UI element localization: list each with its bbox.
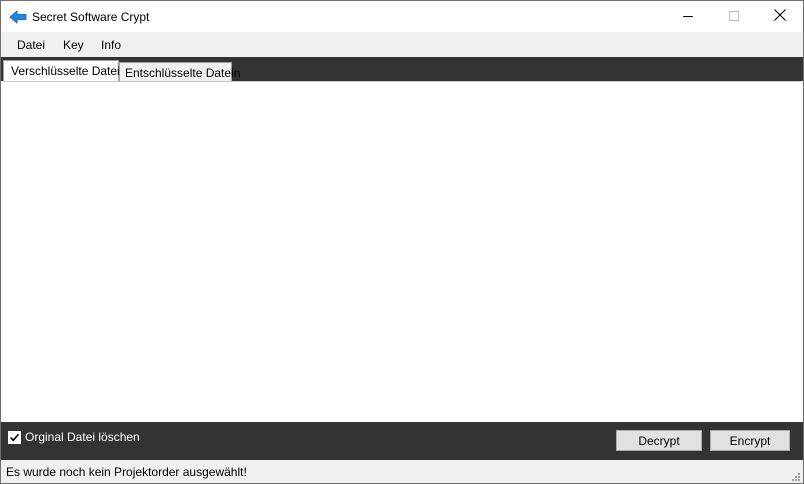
maximize-button[interactable]: [711, 1, 757, 32]
delete-original-checkbox[interactable]: [8, 431, 21, 444]
encrypt-button[interactable]: Encrypt: [710, 430, 790, 451]
checkmark-icon: [9, 432, 20, 443]
app-window: Secret Software Crypt Datei Key Info Ver…: [0, 0, 804, 484]
title-bar[interactable]: Secret Software Crypt: [1, 1, 803, 32]
resize-grip-icon[interactable]: [791, 471, 801, 481]
tab-encrypted-files[interactable]: Verschlüsselte Datein: [3, 60, 126, 81]
status-bar: Es wurde noch kein Projektorder ausgewäh…: [1, 460, 803, 483]
close-icon: [774, 9, 786, 24]
back-arrow-icon: [9, 9, 27, 25]
tab-decrypted-files[interactable]: Entschlüsselte Datein: [119, 62, 240, 81]
close-button[interactable]: [757, 1, 803, 32]
delete-original-label[interactable]: Orginal Datei löschen: [25, 430, 140, 444]
tab-strip: Verschlüsselte Datein Entschlüsselte Dat…: [1, 57, 803, 81]
window-title: Secret Software Crypt: [32, 10, 150, 24]
status-message: Es wurde noch kein Projektorder ausgewäh…: [6, 465, 247, 479]
decrypt-button[interactable]: Decrypt: [616, 430, 702, 451]
file-list-panel[interactable]: [3, 81, 801, 422]
minimize-icon: [683, 10, 693, 24]
menu-item-key[interactable]: Key: [63, 38, 84, 52]
menu-item-info[interactable]: Info: [101, 38, 121, 52]
minimize-button[interactable]: [665, 1, 711, 32]
maximize-icon: [729, 10, 739, 24]
action-bar: Orginal Datei löschen Decrypt Encrypt: [1, 422, 803, 460]
menu-bar: Datei Key Info: [1, 32, 803, 57]
menu-item-datei[interactable]: Datei: [17, 38, 45, 52]
